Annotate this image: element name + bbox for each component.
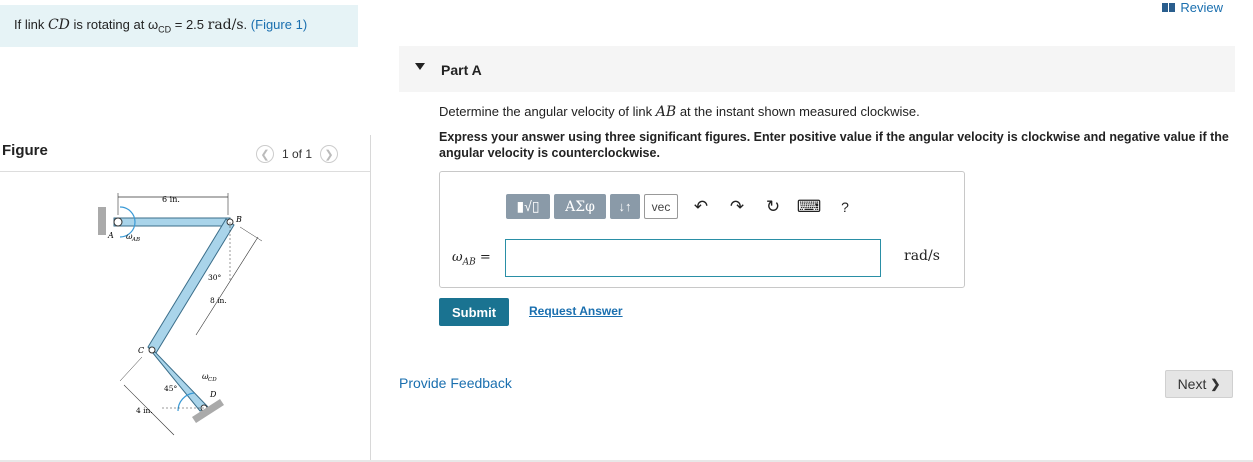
redo-icon[interactable]: ↷ [720, 194, 754, 219]
figure-divider [0, 171, 370, 172]
collapse-triangle-icon[interactable] [415, 63, 425, 70]
part-a-title: Part A [441, 62, 482, 78]
question-prefix: Determine the angular velocity of link [439, 104, 653, 119]
reset-icon[interactable]: ↻ [756, 194, 790, 219]
answer-label-eq: = [479, 250, 491, 265]
mechanism-figure: 6 in. A ω AB B 30° 8 in. C ω CD D 45° 4 … [98, 193, 263, 436]
greek-symbols-button[interactable]: ΑΣφ [554, 194, 606, 219]
figure-pager: ❮ 1 of 1 ❯ [256, 145, 339, 163]
part-a-header[interactable]: Part A [399, 46, 1235, 92]
arrows-button[interactable]: ↓↑ [610, 194, 640, 219]
pin-a [113, 217, 123, 227]
undo-icon[interactable]: ↶ [684, 194, 718, 219]
omega-cd-sub-label: CD [208, 377, 217, 383]
question-link: AB [655, 104, 677, 120]
point-a-label: A [107, 231, 114, 240]
problem-suffix: . [243, 17, 248, 32]
vector-button[interactable]: vec [644, 194, 678, 219]
dim-8in-label: 8 in. [210, 296, 227, 305]
answer-unit: rad/s [904, 248, 940, 264]
angle-45-label: 45° [164, 384, 178, 393]
dim-line-8in [195, 236, 259, 336]
instruction-text: Express your answer using three signific… [439, 130, 1229, 160]
problem-prefix: If link [14, 17, 45, 32]
pager-text: 1 of 1 [282, 147, 313, 161]
answer-label-omega: ω [452, 250, 463, 265]
keyboard-icon[interactable]: ⌨ [792, 194, 826, 219]
pin-c [148, 346, 156, 354]
chevron-right-icon[interactable]: ❯ [320, 145, 339, 163]
link-cd [147, 346, 209, 412]
next-button[interactable]: Next ❯ [1165, 370, 1233, 398]
problem-link-name: CD [47, 17, 70, 33]
chevron-left-icon[interactable]: ❮ [256, 145, 274, 163]
provide-feedback-link[interactable]: Provide Feedback [399, 375, 512, 391]
point-d-label: D [209, 390, 217, 399]
next-label: Next [1177, 376, 1207, 392]
problem-statement: If link CD is rotating at ωCD = 2.5 rad/… [0, 5, 358, 47]
question-suffix: at the instant shown measured clockwise. [679, 104, 920, 119]
book-icon [1162, 3, 1176, 12]
problem-omega-sub: CD [158, 24, 172, 35]
link-bc [147, 218, 235, 354]
question-text: Determine the angular velocity of link A… [439, 104, 920, 120]
answer-label-sub: AB [462, 257, 476, 268]
request-answer-link[interactable]: Request Answer [529, 304, 623, 318]
omega-ab-sub-label: AB [131, 237, 140, 243]
dim-6in-label: 6 in. [162, 195, 180, 204]
figure-link[interactable]: (Figure 1) [251, 17, 307, 32]
problem-omega: is rotating at ω [73, 17, 159, 32]
answer-input[interactable] [505, 239, 881, 277]
problem-value: = 2.5 [174, 17, 205, 32]
point-c-label: C [138, 346, 144, 355]
point-b-label: B [235, 215, 242, 224]
help-icon[interactable]: ? [828, 194, 862, 219]
answer-box: ▮√▯ ΑΣφ ↓↑ vec ↶ ↷ ↻ ⌨ ? ωAB = rad/s [439, 171, 965, 288]
answer-label: ωAB = [452, 250, 491, 268]
review-label: Review [1180, 0, 1223, 15]
submit-button[interactable]: Submit [439, 298, 509, 326]
link-ab [113, 217, 231, 227]
chevron-right-icon: ❯ [1210, 377, 1221, 391]
templates-button[interactable]: ▮√▯ [506, 194, 550, 219]
problem-unit: rad/s [207, 17, 244, 33]
figure-title: Figure [2, 142, 48, 159]
math-toolbar: ▮√▯ ΑΣφ ↓↑ vec ↶ ↷ ↻ ⌨ ? [506, 194, 862, 219]
review-link[interactable]: Review [1162, 0, 1223, 15]
angle-30-label: 30° [208, 273, 222, 282]
ground-a [98, 207, 106, 235]
dim-4in-label: 4 in. [136, 406, 153, 415]
panel-divider [370, 135, 371, 462]
